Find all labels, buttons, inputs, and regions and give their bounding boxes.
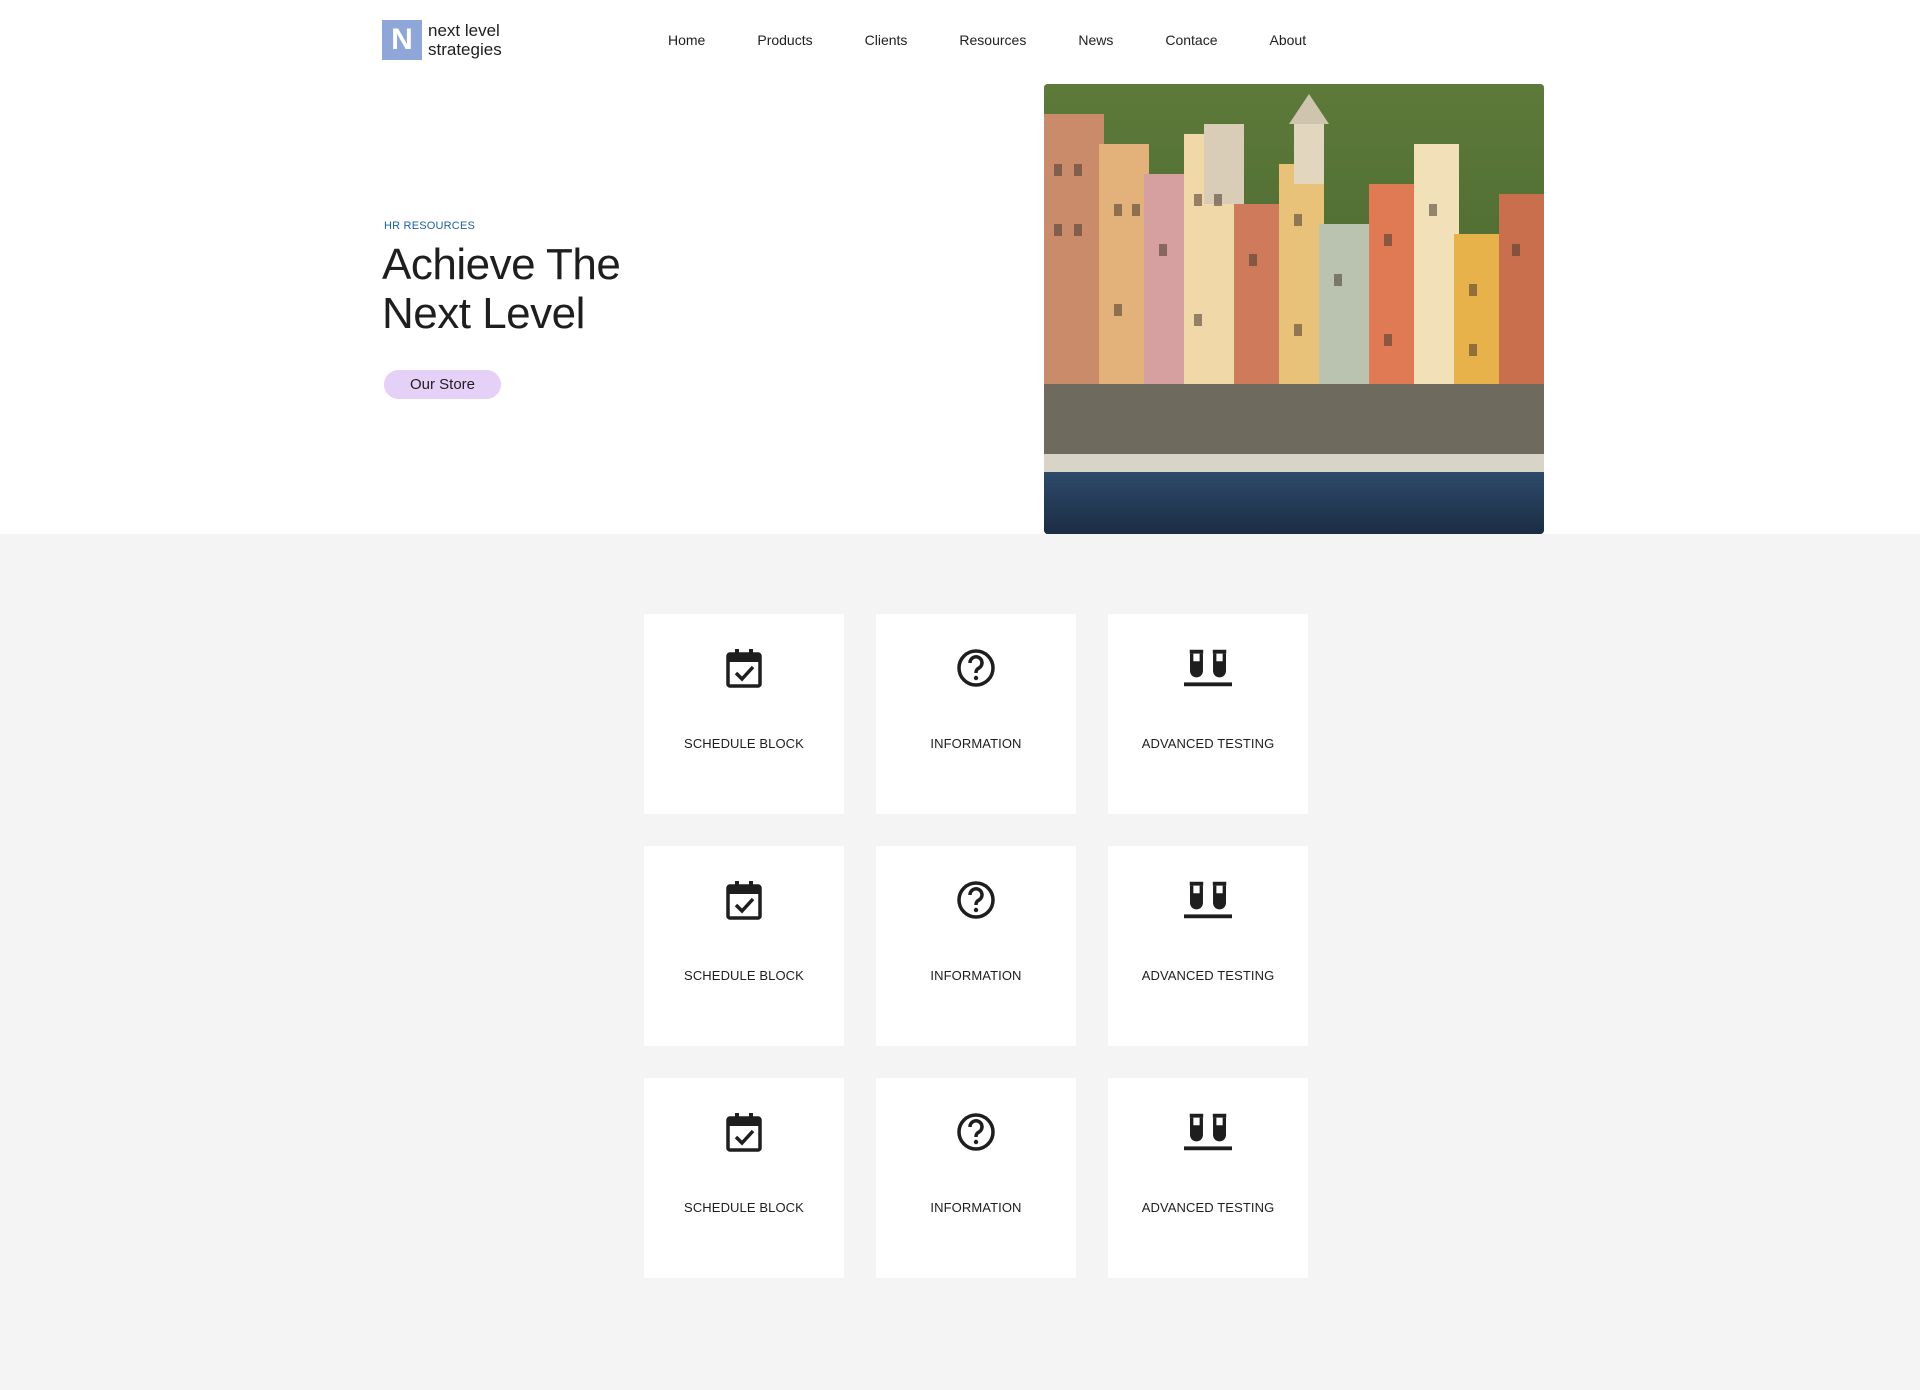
logo-line-2: strategies (428, 40, 502, 59)
feature-card-schedule-block[interactable]: SCHEDULE BLOCK (644, 1078, 844, 1278)
hero-section: HR RESOURCES Achieve The Next Level Our … (0, 84, 1920, 534)
card-label: SCHEDULE BLOCK (684, 736, 804, 751)
feature-grid: SCHEDULE BLOCK INFORMATION ADVANCED TEST… (644, 614, 1308, 1278)
card-label: ADVANCED TESTING (1141, 736, 1275, 751)
feature-card-advanced-testing[interactable]: ADVANCED TESTING (1108, 614, 1308, 814)
site-header: N next level strategies Home Products Cl… (0, 0, 1920, 84)
our-store-button[interactable]: Our Store (384, 370, 501, 399)
nav-item-contace[interactable]: Contace (1165, 30, 1217, 50)
calendar-check-icon (720, 876, 768, 924)
test-tubes-icon (1184, 644, 1232, 692)
features-section: SCHEDULE BLOCK INFORMATION ADVANCED TEST… (0, 534, 1920, 1390)
question-circle-icon (952, 644, 1000, 692)
feature-card-advanced-testing[interactable]: ADVANCED TESTING (1108, 846, 1308, 1046)
nav-item-resources[interactable]: Resources (959, 30, 1026, 50)
nav-item-home[interactable]: Home (668, 30, 705, 50)
logo-mark: N (382, 20, 422, 60)
main-nav: Home Products Clients Resources News Con… (648, 30, 1358, 50)
nav-item-clients[interactable]: Clients (865, 30, 908, 50)
feature-card-information[interactable]: INFORMATION (876, 846, 1076, 1046)
feature-card-advanced-testing[interactable]: ADVANCED TESTING (1108, 1078, 1308, 1278)
logo-text: next level strategies (428, 21, 502, 59)
card-label: ADVANCED TESTING (1141, 1200, 1275, 1215)
card-label: INFORMATION (930, 1200, 1022, 1215)
calendar-check-icon (720, 644, 768, 692)
card-label: SCHEDULE BLOCK (684, 968, 804, 983)
card-label: SCHEDULE BLOCK (684, 1200, 804, 1215)
feature-card-information[interactable]: INFORMATION (876, 1078, 1076, 1278)
card-label: ADVANCED TESTING (1141, 968, 1275, 983)
page: N next level strategies Home Products Cl… (0, 0, 1920, 1390)
question-circle-icon (952, 1108, 1000, 1156)
nav-item-about[interactable]: About (1270, 30, 1307, 50)
test-tubes-icon (1184, 876, 1232, 924)
brand-logo[interactable]: N next level strategies (382, 20, 502, 60)
hero-image (1044, 84, 1544, 534)
feature-card-schedule-block[interactable]: SCHEDULE BLOCK (644, 846, 844, 1046)
card-label: INFORMATION (930, 968, 1022, 983)
feature-card-schedule-block[interactable]: SCHEDULE BLOCK (644, 614, 844, 814)
hero-title-line-1: Achieve The (382, 240, 621, 289)
nav-item-news[interactable]: News (1078, 30, 1113, 50)
card-label: INFORMATION (930, 736, 1022, 751)
hero-title-line-2: Next Level (382, 289, 585, 338)
test-tubes-icon (1184, 1108, 1232, 1156)
question-circle-icon (952, 876, 1000, 924)
logo-line-1: next level (428, 21, 500, 40)
coastal-village-illustration (1044, 84, 1544, 534)
feature-card-information[interactable]: INFORMATION (876, 614, 1076, 814)
hero-eyebrow: HR RESOURCES (384, 220, 476, 232)
nav-item-products[interactable]: Products (757, 30, 812, 50)
hero-title: Achieve The Next Level (382, 240, 782, 338)
calendar-check-icon (720, 1108, 768, 1156)
